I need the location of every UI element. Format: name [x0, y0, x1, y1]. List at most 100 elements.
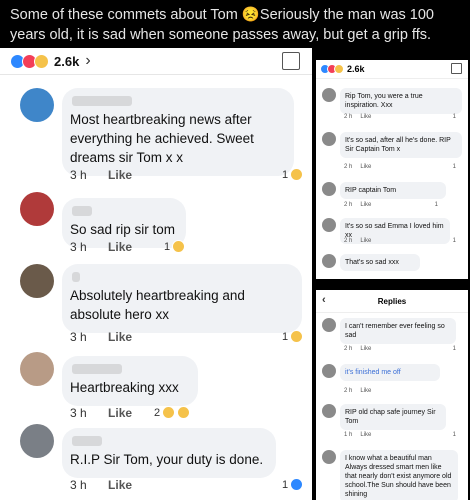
comment-text: R.I.P Sir Tom, your duty is done. — [70, 452, 264, 467]
like-button[interactable]: Like — [360, 346, 371, 352]
comment-reactions[interactable]: 1 — [435, 202, 438, 208]
comment-reactions[interactable]: 1 — [453, 238, 456, 244]
chevron-left-icon[interactable]: ‹ — [322, 294, 326, 306]
like-button[interactable]: Like — [360, 202, 371, 208]
reaction-number: 2 — [154, 406, 161, 419]
avatar[interactable] — [322, 450, 336, 464]
avatar[interactable] — [322, 88, 336, 102]
reply-bubble[interactable]: I know what a beautiful man Always dress… — [340, 450, 458, 500]
like-button[interactable]: Like — [108, 478, 132, 492]
comment-time: 2 h — [344, 114, 353, 120]
reactions-bar[interactable]: 2.6k — [316, 60, 468, 79]
avatar[interactable] — [20, 264, 54, 298]
comment-reactions[interactable]: 1 — [282, 168, 304, 181]
comment-reactions[interactable]: 1 — [453, 114, 456, 120]
like-button[interactable]: Like — [360, 432, 371, 438]
comment-meta: 3 h Like — [70, 478, 150, 492]
comment-meta: 2 h Like — [344, 202, 379, 208]
commenter-name-redacted — [72, 96, 132, 106]
reply-meta: 2 h Like — [344, 388, 379, 394]
sad-reaction-icon — [290, 330, 304, 343]
thumbs-up-icon[interactable] — [451, 63, 462, 74]
comment-text: Absolutely heartbreaking and absolute he… — [70, 288, 245, 322]
comment-bubble[interactable]: Absolutely heartbreaking and absolute he… — [62, 264, 302, 333]
comment-reactions[interactable]: 1 — [453, 164, 456, 170]
thumbs-up-icon[interactable] — [282, 52, 300, 70]
reply-reactions[interactable]: 1 — [453, 346, 456, 352]
like-button[interactable]: Like — [360, 114, 371, 120]
like-button[interactable]: Like — [108, 330, 132, 344]
reply-text: RIP old chap safe journey Sir Tom — [345, 409, 436, 425]
reply-bubble[interactable]: it's finished me off — [340, 364, 440, 381]
chevron-right-icon[interactable]: › — [85, 52, 90, 70]
like-button[interactable]: Like — [360, 164, 371, 170]
comment-text: Rip Tom, you were a true inspiration. Xx… — [345, 93, 423, 109]
avatar[interactable] — [322, 404, 336, 418]
avatar[interactable] — [20, 88, 54, 122]
reply-time: 1 h — [344, 432, 353, 438]
comment-reactions[interactable]: 1 — [164, 240, 186, 253]
comment-time: 2 h — [344, 164, 353, 170]
comment-meta: 3 h Like — [70, 406, 150, 420]
comment-bubble[interactable]: It's so sad, after all he's done. RIP Si… — [340, 132, 462, 158]
avatar[interactable] — [322, 132, 336, 146]
comment-bubble[interactable]: R.I.P Sir Tom, your duty is done. — [62, 428, 276, 478]
reply-meta: 1 h Like — [344, 432, 379, 438]
avatar[interactable] — [20, 424, 54, 458]
like-button[interactable]: Like — [108, 240, 132, 254]
commenter-name-redacted — [72, 436, 102, 446]
comment-meta: 2 h Like — [344, 238, 379, 244]
comments-panel-secondary: 2.6k Rip Tom, you were a true inspiratio… — [316, 60, 468, 279]
reaction-count: 2.6k — [54, 53, 80, 69]
comment-time: 3 h — [70, 240, 87, 254]
avatar[interactable] — [322, 218, 336, 232]
like-button[interactable]: Like — [108, 406, 132, 420]
sad-reaction-icon — [177, 406, 191, 419]
comment-time: 2 h — [344, 238, 353, 244]
like-button[interactable]: Like — [360, 388, 371, 394]
reply-bubble[interactable]: RIP old chap safe journey Sir Tom — [340, 404, 446, 430]
replies-panel: ‹ Replies I can't remember ever feeling … — [316, 290, 468, 500]
reply-text: I know what a beautiful man Always dress… — [345, 455, 452, 498]
like-button[interactable]: Like — [360, 238, 371, 244]
comment-reactions[interactable]: 2 — [154, 406, 191, 419]
sad-reaction-icon — [34, 53, 49, 69]
reaction-number: 1 — [164, 240, 171, 253]
avatar[interactable] — [20, 352, 54, 386]
reply-text: I can't remember ever feeling so sad — [345, 323, 445, 339]
reaction-number: 1 — [282, 478, 289, 491]
comment-text: Most heartbreaking news after everything… — [70, 112, 254, 165]
comment-bubble[interactable]: RIP captain Tom — [340, 182, 446, 199]
like-button[interactable]: Like — [108, 168, 132, 182]
comment-bubble[interactable]: Rip Tom, you were a true inspiration. Xx… — [340, 88, 462, 114]
comment-meta: 3 h Like — [70, 168, 150, 182]
comment-text: So sad rip sir tom — [70, 222, 176, 237]
avatar[interactable] — [322, 318, 336, 332]
comment-bubble[interactable]: That's so sad xxx — [340, 254, 420, 271]
comment-bubble[interactable]: Most heartbreaking news after everything… — [62, 88, 294, 176]
sad-reaction-icon — [334, 64, 344, 74]
comment-reactions[interactable]: 1 — [282, 330, 304, 343]
reply-meta: 2 h Like — [344, 346, 379, 352]
like-reaction-icon — [290, 478, 304, 491]
comment-time: 3 h — [70, 168, 87, 182]
avatar[interactable] — [322, 254, 336, 268]
sad-reaction-icon — [162, 406, 176, 419]
avatar[interactable] — [20, 192, 54, 226]
comment-reactions[interactable]: 1 — [282, 478, 304, 491]
commenter-name-redacted — [72, 272, 80, 282]
reactions-bar[interactable]: 2.6k › — [0, 48, 312, 75]
comment-meta: 2 h Like — [344, 114, 379, 120]
avatar[interactable] — [322, 364, 336, 378]
replies-header: ‹ Replies — [316, 290, 468, 313]
comment-text: It's so sad, after all he's done. RIP Si… — [345, 137, 451, 153]
comment-text: Heartbreaking xxx — [70, 380, 179, 395]
reply-reactions[interactable]: 1 — [453, 432, 456, 438]
comment-bubble[interactable]: Heartbreaking xxx — [62, 356, 198, 406]
comment-meta: 2 h Like — [344, 164, 379, 170]
comment-text: It's so so sad Emma I loved him xx — [345, 223, 444, 239]
reply-bubble[interactable]: I can't remember ever feeling so sad — [340, 318, 456, 344]
reaction-number: 1 — [282, 168, 289, 181]
reaction-number: 1 — [282, 330, 289, 343]
avatar[interactable] — [322, 182, 336, 196]
